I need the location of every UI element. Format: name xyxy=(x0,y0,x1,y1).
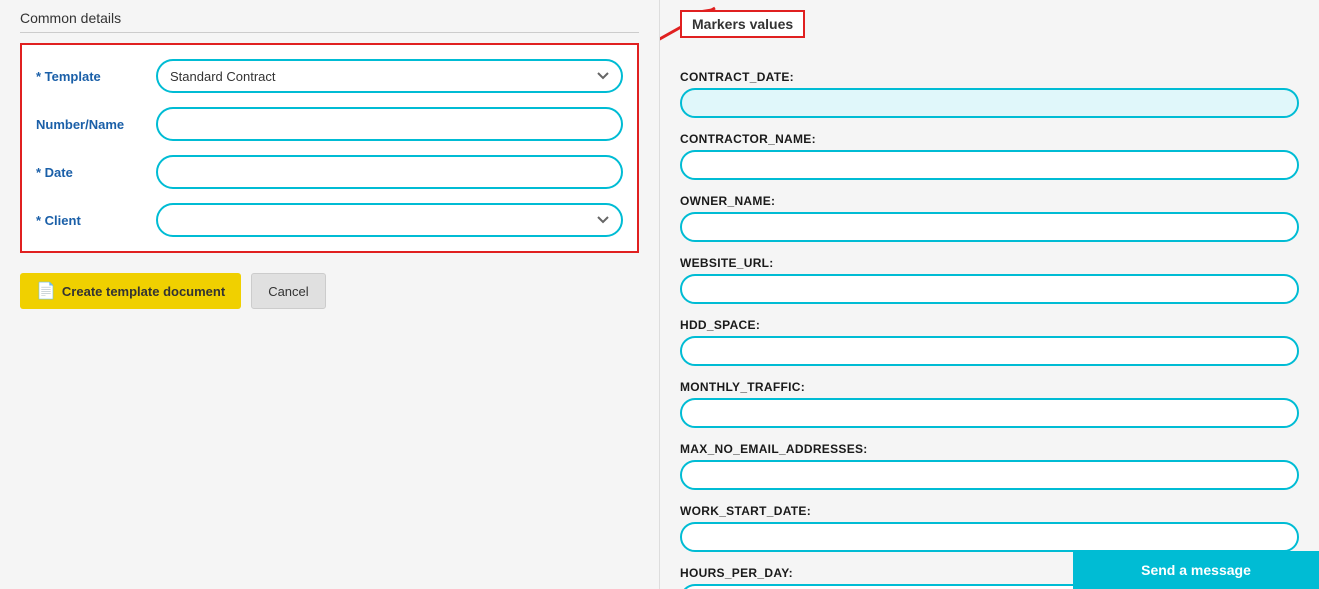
marker-field: MONTHLY_TRAFFIC: xyxy=(680,380,1299,428)
marker-input[interactable] xyxy=(680,274,1299,304)
marker-label: MONTHLY_TRAFFIC: xyxy=(680,380,1299,394)
marker-input[interactable] xyxy=(680,150,1299,180)
marker-field: MAX_NO_EMAIL_ADDRESSES: xyxy=(680,442,1299,490)
date-input[interactable] xyxy=(156,155,623,189)
right-panel: Markers values CONTRACT_DATE: CONTRACTOR_… xyxy=(660,0,1319,589)
template-field-row: * Template Standard Contract Custom Cont… xyxy=(36,59,623,93)
marker-field: CONTRACT_DATE: xyxy=(680,70,1299,118)
send-message-button[interactable]: Send a message xyxy=(1073,551,1319,589)
markers-container: CONTRACT_DATE: CONTRACTOR_NAME: OWNER_NAME… xyxy=(680,70,1299,589)
marker-input[interactable] xyxy=(680,88,1299,118)
marker-field: WEBSITE_URL: xyxy=(680,256,1299,304)
client-field-row: * Client xyxy=(36,203,623,237)
marker-field: CONTRACTOR_NAME: xyxy=(680,132,1299,180)
number-name-input[interactable] xyxy=(156,107,623,141)
number-name-label: Number/Name xyxy=(36,117,156,132)
marker-field: OWNER_NAME: xyxy=(680,194,1299,242)
date-field-row: * Date xyxy=(36,155,623,189)
page-container: Common details * Template Standard Contr… xyxy=(0,0,1319,589)
marker-label: WORK_START_DATE: xyxy=(680,504,1299,518)
marker-input[interactable] xyxy=(680,522,1299,552)
marker-input[interactable] xyxy=(680,336,1299,366)
date-label: * Date xyxy=(36,165,156,180)
template-label: * Template xyxy=(36,69,156,84)
marker-input[interactable] xyxy=(680,398,1299,428)
marker-label: CONTRACT_DATE: xyxy=(680,70,1299,84)
create-template-button[interactable]: 📄 Create template document xyxy=(20,273,241,309)
common-details-title: Common details xyxy=(20,10,639,33)
marker-input[interactable] xyxy=(680,212,1299,242)
action-buttons: 📄 Create template document Cancel xyxy=(20,273,639,309)
template-select[interactable]: Standard Contract Custom Contract xyxy=(156,59,623,93)
document-icon: 📄 xyxy=(36,281,56,301)
create-button-label: Create template document xyxy=(62,284,225,299)
marker-label: HDD_SPACE: xyxy=(680,318,1299,332)
client-label: * Client xyxy=(36,213,156,228)
left-panel: Common details * Template Standard Contr… xyxy=(0,0,660,589)
client-select[interactable] xyxy=(156,203,623,237)
marker-input[interactable] xyxy=(680,460,1299,490)
marker-field: HDD_SPACE: xyxy=(680,318,1299,366)
marker-label: WEBSITE_URL: xyxy=(680,256,1299,270)
cancel-button[interactable]: Cancel xyxy=(251,273,325,309)
marker-label: OWNER_NAME: xyxy=(680,194,1299,208)
common-details-box: * Template Standard Contract Custom Cont… xyxy=(20,43,639,253)
marker-label: CONTRACTOR_NAME: xyxy=(680,132,1299,146)
number-name-field-row: Number/Name xyxy=(36,107,623,141)
markers-values-title: Markers values xyxy=(680,10,805,38)
marker-label: MAX_NO_EMAIL_ADDRESSES: xyxy=(680,442,1299,456)
marker-field: WORK_START_DATE: xyxy=(680,504,1299,552)
